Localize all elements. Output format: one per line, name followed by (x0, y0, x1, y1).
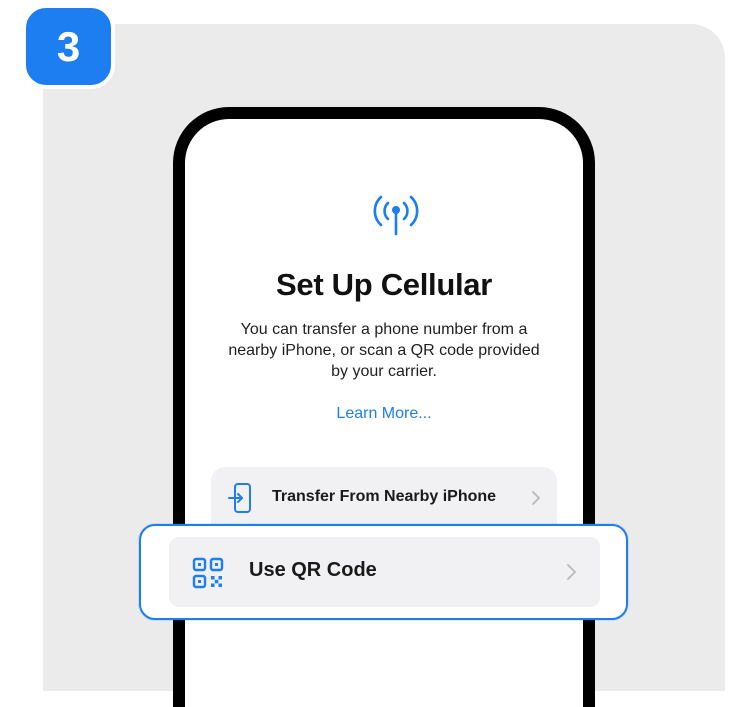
qr-option-label: Use QR Code (249, 559, 377, 581)
step-number-badge: 3 (22, 4, 115, 89)
page-description: You can transfer a phone number from a n… (228, 321, 540, 380)
page-title: Set Up Cellular (276, 267, 492, 302)
transfer-into-phone-icon (228, 483, 251, 513)
chevron-right-icon (567, 564, 576, 580)
transfer-from-nearby-iphone-button[interactable]: Transfer From Nearby iPhone (211, 467, 557, 529)
transfer-option-label: Transfer From Nearby iPhone (272, 488, 497, 505)
learn-more-link[interactable]: Learn More... (185, 405, 583, 423)
cellular-antenna-icon (373, 195, 419, 236)
qr-code-icon (192, 557, 224, 589)
chevron-right-icon (532, 491, 540, 505)
use-qr-code-button[interactable]: Use QR Code (169, 537, 600, 607)
use-qr-code-highlight: Use QR Code (139, 524, 628, 620)
